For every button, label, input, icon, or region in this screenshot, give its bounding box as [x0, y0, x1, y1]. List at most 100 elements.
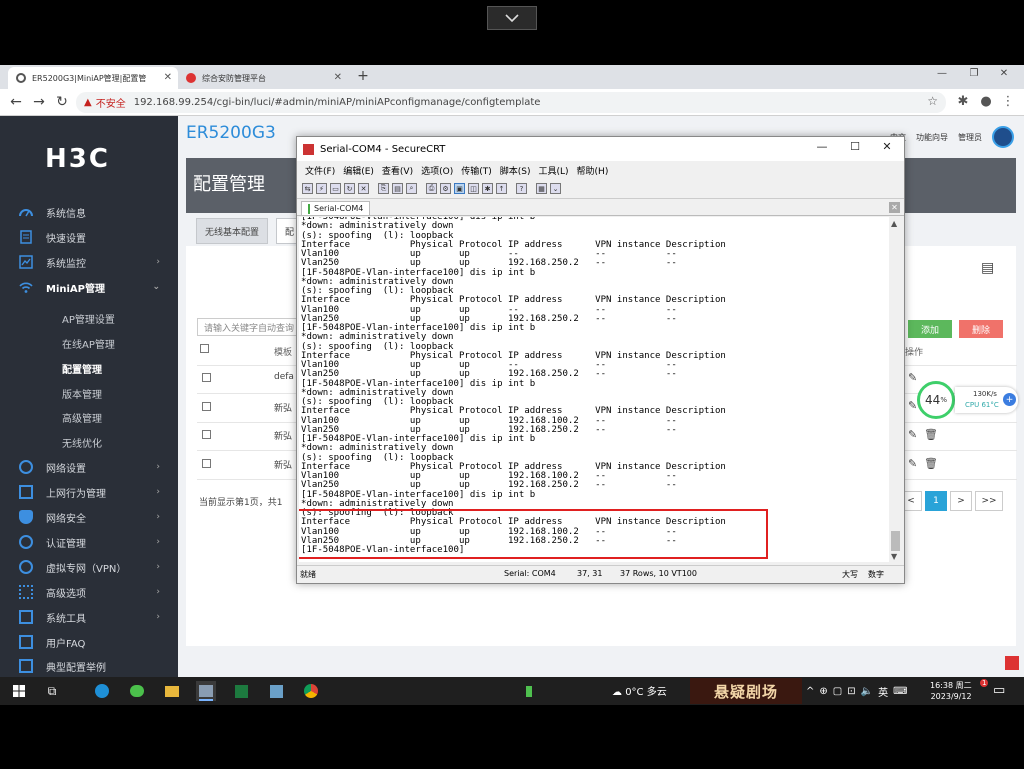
- paste-icon[interactable]: ▤: [392, 183, 403, 194]
- scroll-thumb[interactable]: [891, 531, 900, 551]
- tray-app-icon[interactable]: ⊕: [819, 686, 827, 697]
- sidebar-item-advanced[interactable]: 高级选项 ›: [0, 580, 178, 604]
- keypad-icon[interactable]: ▦: [536, 183, 547, 194]
- collapse-toolbar-button[interactable]: [487, 6, 537, 30]
- menu-edit[interactable]: 编辑(E): [343, 164, 374, 177]
- sidebar-sub-ap-settings[interactable]: AP管理设置: [62, 311, 115, 326]
- ime-indicator[interactable]: 英: [878, 684, 888, 699]
- cpu-monitor-widget[interactable]: 44% 130K/s CPU 61°C +: [913, 377, 1020, 427]
- select-all-checkbox[interactable]: [200, 344, 209, 353]
- notification-center-icon[interactable]: ▭: [993, 683, 1005, 698]
- close-tab-icon[interactable]: ✕: [334, 72, 342, 83]
- edge-icon[interactable]: [92, 681, 112, 701]
- profile-icon[interactable]: ●: [978, 94, 994, 109]
- edit-icon[interactable]: ✎: [908, 457, 917, 470]
- sidebar-item-monitor[interactable]: 系统监控 ›: [0, 250, 178, 274]
- menu-tools[interactable]: 工具(L): [539, 164, 569, 177]
- sidebar-item-faq[interactable]: 用户FAQ: [0, 630, 178, 654]
- clock[interactable]: 16:38 周二 2023/9/12: [930, 680, 972, 702]
- row-checkbox[interactable]: [202, 459, 211, 468]
- avatar[interactable]: [992, 126, 1014, 148]
- trash-icon[interactable]: 🗑: [924, 457, 938, 470]
- menu-options[interactable]: 选项(O): [421, 164, 453, 177]
- delete-button[interactable]: 删除: [959, 320, 1003, 338]
- excel-icon[interactable]: [231, 681, 251, 701]
- sidebar-sub-online-ap[interactable]: 在线AP管理: [62, 336, 115, 351]
- session-tab[interactable]: Serial-COM4: [301, 201, 371, 215]
- network-icon[interactable]: ⊡: [847, 686, 855, 697]
- forward-icon[interactable]: →: [31, 94, 47, 110]
- admin-label[interactable]: 管理员: [958, 132, 982, 143]
- export-icon[interactable]: ▤: [981, 260, 994, 276]
- close-tab-icon[interactable]: ✕: [164, 72, 172, 83]
- settings-icon[interactable]: ⚙: [440, 183, 451, 194]
- sidebar-item-vpn[interactable]: 虚拟专网（VPN） ›: [0, 555, 178, 579]
- help-icon[interactable]: ?: [516, 183, 527, 194]
- maximize-icon[interactable]: ☐: [840, 140, 870, 153]
- terminal-area[interactable]: [1F-5048POE-Vlan-interface100] dis ip in…: [299, 217, 889, 562]
- minimize-icon[interactable]: —: [807, 140, 837, 153]
- flag-icon[interactable]: [1005, 656, 1019, 670]
- toolbar-more-icon[interactable]: ⌄: [550, 183, 561, 194]
- tab-wireless-basic[interactable]: 无线基本配置: [196, 218, 269, 244]
- sidebar-sub-version[interactable]: 版本管理: [62, 386, 102, 401]
- wechat-icon[interactable]: [127, 681, 147, 701]
- minimize-icon[interactable]: —: [932, 68, 952, 79]
- reconnect-icon[interactable]: ↻: [344, 183, 355, 194]
- add-button[interactable]: 添加: [908, 320, 952, 338]
- sftp-icon[interactable]: ✱: [482, 183, 493, 194]
- securecrt-taskbar-icon[interactable]: [196, 681, 216, 701]
- scroll-up-icon[interactable]: ▲: [891, 219, 897, 228]
- print-icon[interactable]: ⎙: [426, 183, 437, 194]
- volume-icon[interactable]: 🔈: [861, 686, 873, 697]
- sidebar-item-quick-setup[interactable]: 快速设置: [0, 225, 178, 249]
- extensions-icon[interactable]: ✱: [955, 94, 971, 109]
- keyboard-icon[interactable]: ⌨: [893, 686, 907, 697]
- pager-last[interactable]: >>: [975, 491, 1003, 511]
- close-window-icon[interactable]: ✕: [994, 68, 1014, 79]
- copy-icon[interactable]: ⎘: [378, 183, 389, 194]
- notepad-icon[interactable]: [266, 681, 286, 701]
- sidebar-item-miniap[interactable]: MiniAP管理 ⌄: [0, 275, 178, 299]
- quick-connect-icon[interactable]: ⚡: [316, 183, 327, 194]
- sidebar-sub-advanced[interactable]: 高级管理: [62, 410, 102, 425]
- chrome-icon[interactable]: [301, 681, 321, 701]
- trash-icon[interactable]: 🗑: [924, 428, 938, 441]
- close-window-icon[interactable]: ✕: [872, 140, 902, 153]
- sidebar-item-system-info[interactable]: 系统信息: [0, 200, 178, 224]
- url-input[interactable]: ▲ 不安全 192.168.99.254/cgi-bin/luci/#admin…: [76, 92, 946, 113]
- connect-tab-icon[interactable]: ▭: [330, 183, 341, 194]
- pager-current[interactable]: 1: [925, 491, 947, 511]
- sidebar-sub-config-manage[interactable]: 配置管理: [62, 361, 102, 376]
- terminal-scrollbar[interactable]: ▲ ▼: [889, 217, 903, 562]
- task-view-icon[interactable]: ⧉: [42, 681, 62, 701]
- search-input[interactable]: 请输入关键字自动查询: [197, 318, 307, 336]
- browser-tab-security[interactable]: 综合安防管理平台 ✕: [178, 67, 348, 89]
- sidebar-item-network[interactable]: 网络设置 ›: [0, 455, 178, 479]
- file-explorer-icon[interactable]: [162, 681, 182, 701]
- connect-icon[interactable]: ⇆: [302, 183, 313, 194]
- chevron-up-icon[interactable]: ^: [806, 686, 814, 697]
- wizard-link[interactable]: 功能向导: [916, 132, 948, 143]
- menu-help[interactable]: 帮助(H): [577, 164, 609, 177]
- scroll-down-icon[interactable]: ▼: [891, 552, 897, 561]
- bookmark-star-icon[interactable]: ☆: [927, 94, 938, 108]
- sidebar-item-auth[interactable]: 认证管理 ›: [0, 530, 178, 554]
- global-options-icon[interactable]: ◫: [468, 183, 479, 194]
- menu-transfer[interactable]: 传输(T): [461, 164, 492, 177]
- menu-view[interactable]: 查看(V): [382, 164, 413, 177]
- session-options-icon[interactable]: ▣: [454, 183, 465, 194]
- menu-file[interactable]: 文件(F): [305, 164, 335, 177]
- sidebar-item-security[interactable]: 网络安全 ›: [0, 505, 178, 529]
- reload-icon[interactable]: ↻: [54, 94, 70, 110]
- new-tab-button[interactable]: +: [355, 68, 371, 84]
- menu-icon[interactable]: ⋮: [1000, 94, 1016, 109]
- row-checkbox[interactable]: [202, 430, 211, 439]
- find-icon[interactable]: ⌕: [406, 183, 417, 194]
- sidebar-item-behavior[interactable]: 上网行为管理 ›: [0, 480, 178, 504]
- row-checkbox[interactable]: [202, 373, 211, 382]
- sidebar-item-examples[interactable]: 典型配置举例: [0, 654, 178, 677]
- start-icon[interactable]: [9, 681, 29, 701]
- news-widget[interactable]: 悬疑剧场: [690, 678, 802, 704]
- sidebar-sub-wireless-opt[interactable]: 无线优化: [62, 435, 102, 450]
